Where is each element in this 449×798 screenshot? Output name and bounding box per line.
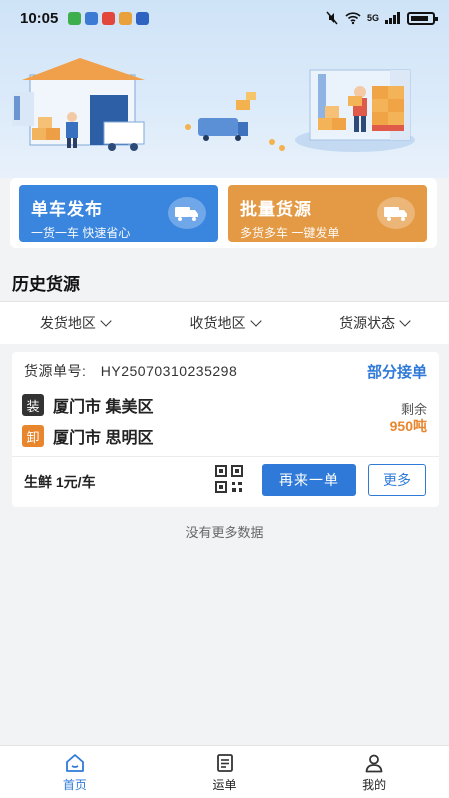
filter-bar: 发货地区 收货地区 货源状态 <box>0 302 449 344</box>
single-truck-publish-card[interactable]: 单车发布 一货一车 快速省心 <box>19 185 218 242</box>
app-notification-icon <box>85 11 99 25</box>
reorder-button[interactable]: 再来一单 <box>262 464 356 496</box>
wifi-icon <box>345 12 361 25</box>
network-type-label: 5G <box>366 13 379 23</box>
truck-icon <box>168 197 206 229</box>
home-icon <box>65 753 84 772</box>
history-cargo-title: 历史货源 <box>12 275 80 294</box>
message-notification-icon <box>68 11 82 25</box>
filter-ship-region[interactable]: 发货地区 <box>0 302 150 344</box>
tab-profile[interactable]: 我的 <box>299 746 449 798</box>
unload-address-row: 卸 厦门市 思明区 <box>22 424 153 448</box>
batch-cargo-card[interactable]: 批量货源 多货多车 一键发单 <box>228 185 427 242</box>
bottom-navigation: 首页 运单 我的 <box>0 745 449 798</box>
profile-icon <box>365 754 383 772</box>
store-notification-icon <box>119 11 133 25</box>
load-address-row: 装 厦门市 集美区 <box>22 393 153 417</box>
trucks-icon <box>377 197 415 229</box>
tab-profile-label: 我的 <box>362 777 387 792</box>
tab-waybill[interactable]: 运单 <box>150 746 300 798</box>
more-button[interactable]: 更多 <box>368 464 426 496</box>
order-divider <box>12 456 439 457</box>
tab-home[interactable]: 首页 <box>0 746 150 798</box>
no-more-data-text: 没有更多数据 <box>185 525 264 540</box>
qr-code-icon[interactable] <box>214 464 244 494</box>
order-number: HY25070310235298 <box>100 363 238 379</box>
filter-receive-region[interactable]: 收货地区 <box>150 302 300 344</box>
unload-address: 厦门市 思明区 <box>53 430 154 447</box>
battery-icon <box>407 11 438 25</box>
tab-waybill-label: 运单 <box>212 777 237 792</box>
tab-home-label: 首页 <box>62 777 87 792</box>
unload-tag: 卸 <box>22 425 44 447</box>
load-address: 厦门市 集美区 <box>53 399 154 416</box>
order-number-label: 货源单号: <box>24 363 87 379</box>
load-tag: 装 <box>22 394 44 416</box>
remain-value: 950吨 <box>389 418 427 434</box>
browser-notification-icon <box>102 11 116 25</box>
waybill-icon <box>216 753 233 772</box>
status-bar: 10:05 5G <box>0 0 449 36</box>
action-cards-panel: 单车发布 一货一车 快速省心 批量货源 多货多车 一键发单 <box>10 178 437 248</box>
cargo-order-card[interactable]: 货源单号: HY25070310235298 部分接单 装 厦门市 集美区 卸 … <box>12 352 439 507</box>
status-time: 10:05 <box>20 9 59 27</box>
filter-ship-region-label: 发货地区 <box>39 315 96 331</box>
order-status-badge: 部分接单 <box>366 364 427 381</box>
signal-icon <box>385 12 400 24</box>
cargo-info: 生鲜 1元/车 <box>24 474 96 490</box>
filter-receive-region-label: 收货地区 <box>189 315 246 331</box>
mute-icon <box>326 11 338 25</box>
order-number-row: 货源单号: HY25070310235298 <box>24 361 237 381</box>
filter-cargo-status[interactable]: 货源状态 <box>299 302 449 344</box>
chevron-down-icon <box>100 314 112 327</box>
chevron-down-icon <box>249 314 262 327</box>
chevron-down-icon <box>399 314 411 327</box>
filter-cargo-status-label: 货源状态 <box>339 315 396 331</box>
download-notification-icon <box>136 11 150 25</box>
